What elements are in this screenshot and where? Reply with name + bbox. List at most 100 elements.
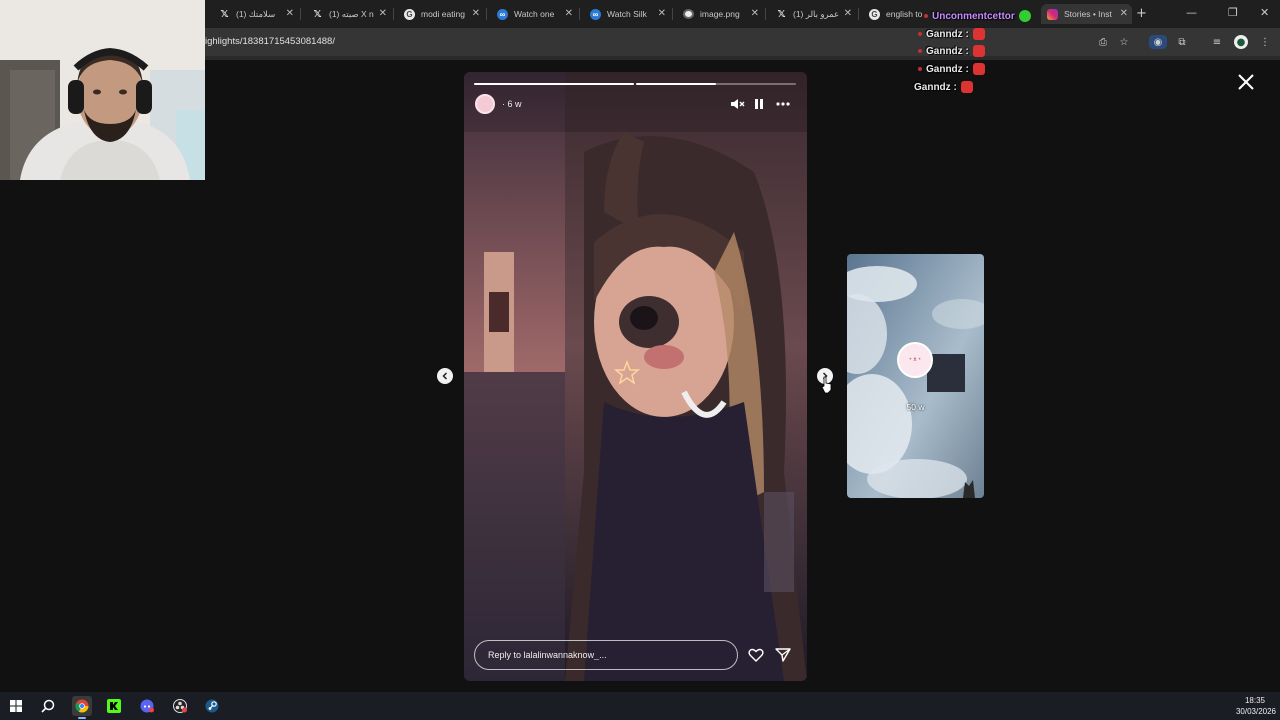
tab-label: Stories • Inst: [1064, 9, 1112, 19]
chat-username: Ganndz :: [914, 81, 957, 93]
story-avatar[interactable]: [475, 94, 495, 114]
tab-separator: [672, 8, 673, 20]
next-story-time: 50 w: [906, 402, 925, 412]
next-story-preview[interactable]: • ᴥ • 50 w: [847, 254, 984, 498]
chrome-icon[interactable]: [72, 696, 92, 719]
restore-icon[interactable]: ❐: [1228, 6, 1238, 19]
reply-input[interactable]: [475, 641, 737, 669]
tab-close-icon[interactable]: ✕: [472, 8, 480, 19]
mute-icon[interactable]: [729, 96, 745, 112]
story-media-image: [464, 72, 807, 681]
chat-emote-icon: [972, 45, 985, 57]
story-progress-bar: [636, 83, 796, 85]
story-progress-bar: [474, 83, 634, 85]
webcam-overlay: [0, 0, 205, 180]
next-story-avatar: • ᴥ •: [897, 342, 933, 378]
google-icon: G: [404, 8, 415, 20]
more-options-icon[interactable]: [775, 96, 791, 112]
chat-message: Ganndz :: [918, 27, 985, 41]
tab-close-icon[interactable]: ✕: [658, 8, 666, 19]
pause-icon[interactable]: [751, 96, 767, 112]
tab-close-icon[interactable]: ✕: [751, 8, 759, 19]
watch-icon: ∞: [590, 8, 601, 20]
chat-badge-icon: [918, 49, 922, 53]
tab-label: (1) عمرو بالر: [793, 8, 840, 19]
reply-field-container: [474, 640, 738, 670]
chevron-left-icon: [442, 372, 448, 380]
steam-icon[interactable]: [202, 696, 222, 716]
tab-label: (1) صبته X n: [329, 8, 374, 19]
browser-tab[interactable]: ∞ Watch Silk ✕: [584, 4, 670, 24]
hand-cursor-icon: [821, 376, 832, 394]
share-send-icon[interactable]: [774, 646, 792, 664]
x-icon: 𝕏: [777, 8, 786, 20]
chat-badge-icon: [924, 14, 928, 18]
discord-icon[interactable]: [137, 696, 157, 716]
kick-icon[interactable]: [104, 696, 124, 716]
windows-taskbar: 18:35 30/03/2026: [0, 692, 1280, 720]
chat-username: Ganndz :: [926, 63, 969, 75]
chat-username: Unconmentcettor: [932, 10, 1015, 22]
chat-message: Ganndz :: [918, 62, 985, 76]
chat-username: Ganndz :: [926, 45, 969, 57]
extensions-icon[interactable]: ⧉: [1175, 35, 1189, 49]
previous-story-button[interactable]: [437, 368, 453, 384]
story-progress-fill: [474, 83, 634, 85]
tab-separator: [765, 8, 766, 20]
story-progress-fill: [636, 83, 716, 85]
tab-separator: [486, 8, 487, 20]
tab-close-icon[interactable]: ✕: [844, 8, 852, 19]
browser-tab[interactable]: 𝕏 (1) عمرو بالر ✕: [770, 4, 856, 24]
chat-emote-icon: [972, 28, 985, 40]
chat-message: Unconmentcettor: [924, 9, 1031, 23]
windows-start-icon[interactable]: [6, 696, 26, 716]
story-card[interactable]: · 6 w: [464, 72, 807, 681]
browser-tab[interactable]: image.png ✕: [677, 4, 763, 24]
browser-tab[interactable]: 𝕏 (1) سلامتك ✕: [213, 4, 298, 24]
media-control-icon[interactable]: ≡: [1210, 35, 1224, 49]
chat-emote-icon: [1018, 10, 1031, 22]
profile-avatar-icon[interactable]: ●: [1234, 35, 1248, 49]
like-heart-icon[interactable]: [747, 646, 765, 664]
close-window-icon[interactable]: ✕: [1260, 6, 1269, 19]
minimize-icon[interactable]: —: [1186, 6, 1197, 19]
tab-separator: [579, 8, 580, 20]
tab-label: (1) سلامتك: [236, 8, 276, 19]
chat-username: Ganndz :: [926, 28, 969, 40]
close-viewer-icon[interactable]: [1236, 72, 1256, 92]
taskbar-clock-date[interactable]: 30/03/2026: [1236, 707, 1276, 716]
search-icon[interactable]: [38, 696, 58, 716]
tab-close-icon[interactable]: ✕: [565, 8, 573, 19]
tab-separator: [300, 8, 301, 20]
browser-tab[interactable]: G modi eating ✕: [398, 4, 484, 24]
chat-badge-icon: [918, 32, 922, 36]
story-time-value: 6 w: [507, 99, 522, 109]
tab-close-icon[interactable]: ✕: [286, 8, 294, 19]
obs-icon[interactable]: [170, 696, 190, 716]
extension-audio-icon[interactable]: ◉: [1149, 35, 1167, 49]
chat-badge-icon: [918, 67, 922, 71]
stream-chat-overlay: Unconmentcettor Ganndz : Ganndz : Ganndz…: [912, 0, 1052, 100]
tab-label: Watch one: [514, 9, 555, 19]
x-icon: 𝕏: [313, 8, 322, 20]
tab-label: modi eating: [421, 9, 465, 19]
bookmark-star-icon[interactable]: ☆: [1117, 35, 1131, 49]
watch-icon: ∞: [497, 8, 508, 20]
google-icon: G: [869, 8, 880, 20]
browser-tab[interactable]: ∞ Watch one ✕: [491, 4, 577, 24]
tab-close-icon[interactable]: ✕: [379, 8, 387, 19]
browser-tab[interactable]: 𝕏 (1) صبته X n ✕: [306, 4, 391, 24]
install-app-icon[interactable]: ⎙: [1096, 35, 1110, 49]
browser-tab-active[interactable]: Stories • Inst ✕: [1041, 4, 1132, 24]
new-tab-button[interactable]: +: [1136, 6, 1147, 21]
x-icon: 𝕏: [220, 8, 229, 20]
tab-label: image.png: [700, 9, 740, 19]
chat-emote-icon: [960, 81, 973, 93]
menu-kebab-icon[interactable]: ⋮: [1258, 35, 1272, 49]
tab-label: Watch Silk: [607, 9, 647, 19]
chat-emote-icon: [972, 63, 985, 75]
tab-close-icon[interactable]: ✕: [1120, 8, 1128, 19]
url-field[interactable]: ighlights/18381715453081488/: [205, 36, 335, 47]
taskbar-clock-time[interactable]: 18:35: [1245, 696, 1265, 705]
chat-message: Ganndz :: [918, 44, 985, 58]
